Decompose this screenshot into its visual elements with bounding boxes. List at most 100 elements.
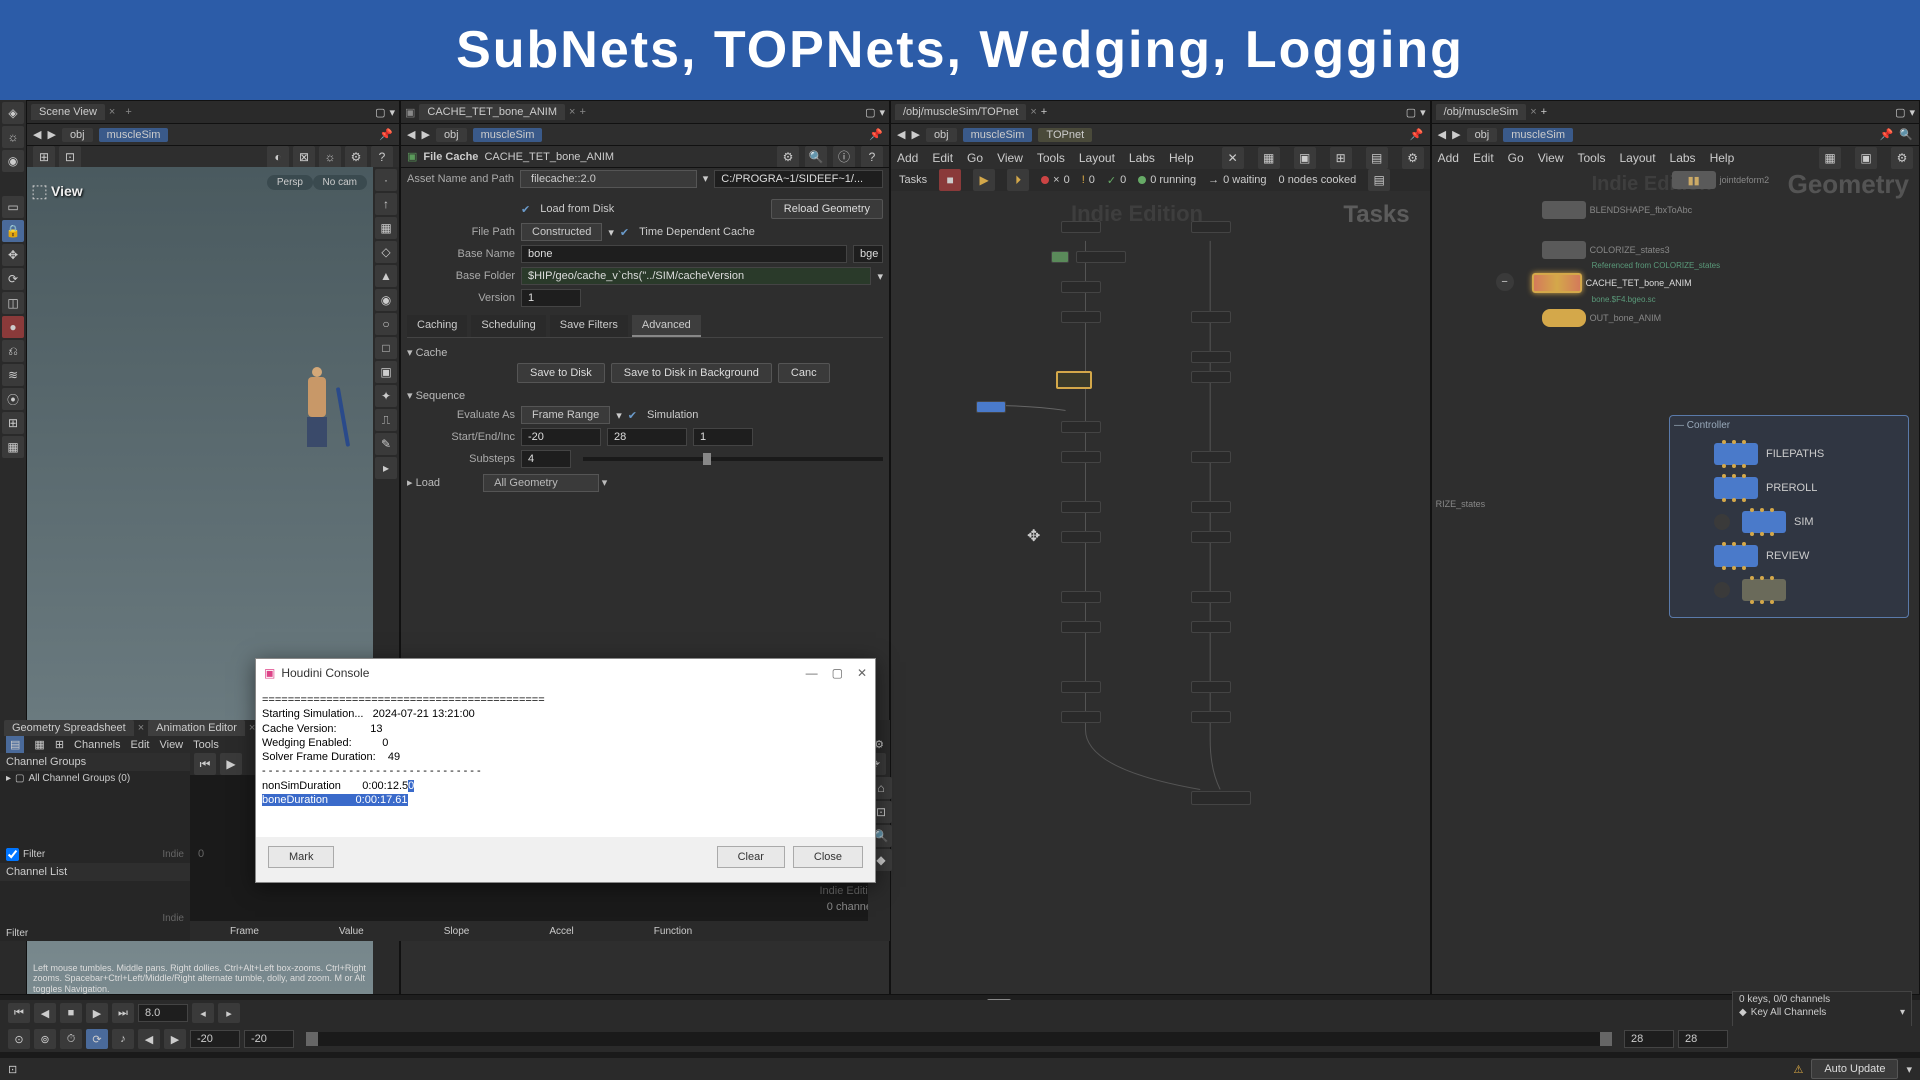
table-icon[interactable]: ▦ xyxy=(34,738,44,751)
animeditor-tab[interactable]: Animation Editor xyxy=(148,720,245,736)
tool-light-icon[interactable]: ☼ xyxy=(2,126,24,148)
menu-view[interactable]: View xyxy=(1538,151,1564,165)
minimize-icon[interactable]: — xyxy=(806,666,818,680)
disp-vol-icon[interactable]: ◉ xyxy=(375,289,397,311)
pin-icon[interactable]: 📌 xyxy=(1880,128,1894,141)
auto-update-button[interactable]: Auto Update xyxy=(1811,1059,1898,1079)
view-cube-icon[interactable]: ⬚ xyxy=(31,181,48,202)
preroll-node[interactable]: PREROLL xyxy=(1714,477,1904,499)
disp-pts-icon[interactable]: · xyxy=(375,169,397,191)
menu-tools[interactable]: Tools xyxy=(1037,151,1065,165)
nav-fwd-icon[interactable]: ▶ xyxy=(421,128,429,141)
vp-gear-icon[interactable]: ⚙ xyxy=(345,146,367,168)
cook-play-icon[interactable]: ▶ xyxy=(973,169,995,191)
top-node[interactable] xyxy=(1061,621,1101,633)
save-disk-bg-button[interactable]: Save to Disk in Background xyxy=(611,363,772,383)
pane-menu-icon[interactable]: ▾ xyxy=(389,106,395,119)
scale-tool-icon[interactable]: ◫ xyxy=(2,292,24,314)
load-section-header[interactable]: ▸ Load All Geometry ▾ xyxy=(407,474,883,492)
top-node[interactable] xyxy=(1191,371,1231,383)
pane-menu-icon[interactable]: ▾ xyxy=(879,106,885,119)
nav-back-icon[interactable]: ◀ xyxy=(407,128,415,141)
range-start[interactable]: -20 xyxy=(190,1030,240,1048)
vp-grid-icon[interactable]: ⊞ xyxy=(33,146,55,168)
disp-bone2-icon[interactable]: ⎍ xyxy=(375,409,397,431)
select-tool-icon[interactable]: ▭ xyxy=(2,196,24,218)
colorize-node[interactable]: COLORIZE_states3 xyxy=(1542,241,1670,259)
top-node[interactable] xyxy=(1061,281,1101,293)
menu-go[interactable]: Go xyxy=(967,151,983,165)
obj-crumb[interactable]: obj xyxy=(62,128,93,142)
top-node[interactable] xyxy=(1191,681,1231,693)
menu-add[interactable]: Add xyxy=(1438,151,1459,165)
menu-labs[interactable]: Labs xyxy=(1670,151,1696,165)
bypass-node[interactable] xyxy=(1714,579,1904,601)
tn-opt3-icon[interactable]: ▣ xyxy=(1294,147,1316,169)
keyall-button[interactable]: Key All Channels xyxy=(1751,1007,1896,1018)
folder-dropdown-icon[interactable]: ▾ xyxy=(877,270,883,283)
tn-gear-icon[interactable]: ⚙ xyxy=(1402,147,1424,169)
prev-frame-icon[interactable]: ◀ xyxy=(34,1003,56,1023)
disp-uv-icon[interactable]: ▦ xyxy=(375,217,397,239)
top-node[interactable] xyxy=(1061,221,1101,233)
rig-tool-icon[interactable]: ⦿ xyxy=(2,388,24,410)
ext-input[interactable]: bge xyxy=(853,245,883,263)
pin-icon[interactable]: 📌 xyxy=(869,128,883,141)
menu-go[interactable]: Go xyxy=(1508,151,1524,165)
pane-menu-icon[interactable]: ▾ xyxy=(1420,106,1426,119)
musclesim-crumb[interactable]: muscleSim xyxy=(1503,128,1573,142)
disp-cam-icon[interactable]: ▣ xyxy=(375,361,397,383)
dropdown-icon[interactable]: ▾ xyxy=(608,226,614,239)
nocam-button[interactable]: No cam xyxy=(313,175,367,190)
tool-cam-icon[interactable]: ◉ xyxy=(2,150,24,172)
loop-icon[interactable]: ⟳ xyxy=(86,1029,108,1049)
tab-add-icon[interactable]: + xyxy=(1541,106,1547,118)
geospread-tab[interactable]: Geometry Spreadsheet xyxy=(4,720,134,736)
asset-path[interactable]: C:/PROGRA~1/SIDEEF~1/... xyxy=(714,170,883,188)
load-check-icon[interactable]: ✔ xyxy=(521,203,530,216)
tab-close-icon[interactable]: × xyxy=(109,106,115,118)
sim-node[interactable]: SIM xyxy=(1714,511,1904,533)
rn-network[interactable]: Indie Edition Geometry ▮▮ jointdeform2 B… xyxy=(1432,169,1919,999)
grid-tool-icon[interactable]: ▦ xyxy=(2,436,24,458)
sim-toggle-icon[interactable]: ⊙ xyxy=(8,1029,30,1049)
range-start2[interactable]: -20 xyxy=(244,1030,294,1048)
menu-edit[interactable]: Edit xyxy=(1473,151,1494,165)
pane-max-icon[interactable]: ▢ xyxy=(865,106,875,119)
scene-view-tab[interactable]: Scene View xyxy=(31,104,105,120)
menu-edit[interactable]: Edit xyxy=(932,151,953,165)
musclesim-crumb[interactable]: muscleSim xyxy=(473,128,543,142)
current-frame[interactable]: 8.0 xyxy=(138,1004,188,1022)
range-next-icon[interactable]: ▶ xyxy=(164,1029,186,1049)
pane-menu-icon[interactable]: ▾ xyxy=(1909,106,1915,119)
obj-crumb[interactable]: obj xyxy=(926,128,957,142)
houdini-console-window[interactable]: ▣Houdini Console — ▢ ✕ =================… xyxy=(255,658,876,883)
clear-button[interactable]: Clear xyxy=(717,846,785,868)
top-node[interactable] xyxy=(1061,681,1101,693)
menu-layout[interactable]: Layout xyxy=(1620,151,1656,165)
scheduling-tab[interactable]: Scheduling xyxy=(471,315,545,337)
realtime-icon[interactable]: ⏱ xyxy=(60,1029,82,1049)
top-node[interactable] xyxy=(1191,591,1231,603)
obj-crumb[interactable]: obj xyxy=(1467,128,1498,142)
nav-back-icon[interactable]: ◀ xyxy=(897,128,905,141)
top-node[interactable] xyxy=(1191,311,1231,323)
col-value[interactable]: Value xyxy=(299,924,404,939)
controller-group[interactable]: — Controller FILEPATHS PREROLL SIM REVIE… xyxy=(1669,415,1909,618)
framerange-select[interactable]: Frame Range xyxy=(521,406,610,424)
vp-snap-icon[interactable]: ⊡ xyxy=(59,146,81,168)
top-node[interactable] xyxy=(1191,501,1231,513)
tab-close-icon[interactable]: × xyxy=(1030,106,1036,118)
tab-close-icon[interactable]: × xyxy=(569,106,575,118)
col-slope[interactable]: Slope xyxy=(404,924,510,939)
menu-help[interactable]: Help xyxy=(1169,151,1194,165)
gp-play-icon[interactable]: ▶ xyxy=(220,753,242,775)
top-node[interactable] xyxy=(1076,251,1126,263)
console-output[interactable]: ========================================… xyxy=(256,687,875,837)
filter-row2[interactable]: Filter xyxy=(0,926,190,941)
collapse-icon[interactable]: − xyxy=(1496,273,1514,291)
bone-tool-icon[interactable]: ⎌ xyxy=(2,340,24,362)
rn-gear-icon[interactable]: ⚙ xyxy=(1891,147,1913,169)
nav-fwd-icon[interactable]: ▶ xyxy=(47,128,55,141)
top-node[interactable] xyxy=(1191,621,1231,633)
